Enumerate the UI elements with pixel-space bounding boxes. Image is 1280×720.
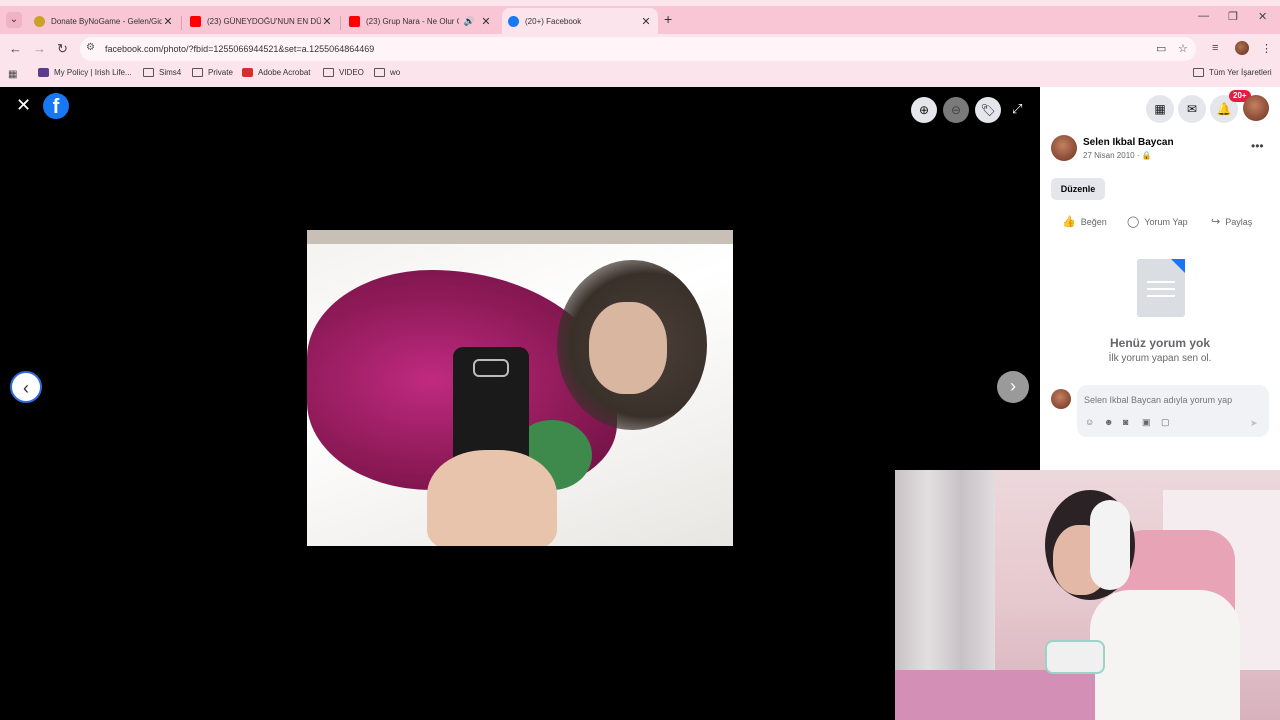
- tab-separator: [340, 16, 341, 30]
- post-author-name[interactable]: Selen Ikbal Baycan: [1083, 137, 1174, 148]
- post-details-panel: ▦ ✉ 🔔 20+ Selen Ikbal Baycan 27 Nisan 20…: [1040, 87, 1280, 470]
- site-info-icon[interactable]: ⚙: [86, 42, 95, 53]
- close-tab-icon[interactable]: ✕: [640, 15, 652, 28]
- address-bar-row: ← → ↻ ⚙ facebook.com/photo/?fbid=1255066…: [0, 34, 1280, 64]
- post-date[interactable]: 27 Nisan 2010 · 🔒: [1083, 151, 1152, 160]
- folder-icon: [323, 68, 334, 77]
- facebook-logo-icon[interactable]: f: [43, 93, 69, 119]
- speaker-icon[interactable]: 🔊: [464, 16, 475, 27]
- share-button[interactable]: ↪ Paylaş: [1211, 215, 1252, 228]
- tag-icon[interactable]: 🏷: [975, 97, 1001, 123]
- bookmark-private[interactable]: Private: [192, 68, 233, 77]
- extensions-icon[interactable]: ≡: [1212, 42, 1218, 54]
- empty-document-icon: [1137, 259, 1185, 317]
- bookmark-adobe-acrobat[interactable]: Adobe Acrobat: [242, 68, 310, 77]
- edit-button[interactable]: Düzenle: [1051, 178, 1105, 200]
- post-author-avatar[interactable]: [1051, 135, 1077, 161]
- bookmark-video[interactable]: VIDEO: [323, 68, 364, 77]
- close-window-icon[interactable]: ✕: [1258, 10, 1267, 23]
- no-comments-title: Henüz yorum yok: [1109, 336, 1211, 350]
- youtube-icon: [190, 15, 201, 27]
- bookmark-my-policy[interactable]: My Policy | Irish Life...: [38, 68, 132, 77]
- fullscreen-icon[interactable]: ⤢: [1012, 101, 1022, 117]
- bookmarks-bar: ▦ My Policy | Irish Life... Sims4 Privat…: [0, 64, 1280, 86]
- main-photo[interactable]: [307, 230, 733, 546]
- send-icon[interactable]: ➤: [1250, 418, 1258, 429]
- tab-separator: [181, 16, 182, 30]
- facebook-icon: [508, 15, 519, 27]
- zoom-in-icon[interactable]: ⊕: [911, 97, 937, 123]
- tab-search-icon[interactable]: ⌄: [6, 12, 22, 28]
- more-options-icon[interactable]: •••: [1251, 139, 1264, 153]
- folder-icon: [1193, 68, 1204, 77]
- photo-viewer: ✕ f ⊕ ⊖ 🏷 ⤢ ‹ ›: [0, 87, 1040, 720]
- adobe-acrobat-icon: [242, 68, 253, 77]
- menu-grid-icon[interactable]: ▦: [1146, 95, 1174, 123]
- folder-icon: [143, 68, 154, 77]
- omnibox[interactable]: ⚙ facebook.com/photo/?fbid=1255066944521…: [80, 37, 1196, 61]
- back-icon[interactable]: ←: [9, 41, 22, 56]
- comment-button[interactable]: ◯ Yorum Yap: [1127, 215, 1188, 228]
- lock-icon: 🔒: [1141, 151, 1152, 160]
- comment-input[interactable]: [1084, 395, 1262, 405]
- thumbs-up-icon: 👍: [1062, 216, 1076, 228]
- tab-grup-nara[interactable]: (23) Grup Nara - Ne Olur G 🔊 ✕: [343, 8, 498, 34]
- close-tab-icon[interactable]: ✕: [480, 15, 492, 28]
- next-photo-button[interactable]: ›: [997, 371, 1029, 403]
- close-tab-icon[interactable]: ✕: [321, 15, 333, 28]
- tab-donate-bynogame[interactable]: Donate ByNoGame - Gelen/Gid ✕: [28, 8, 180, 34]
- apps-grid-icon[interactable]: ▦: [8, 69, 17, 80]
- folder-icon: [192, 68, 203, 77]
- sticker-icon[interactable]: ▢: [1161, 417, 1170, 428]
- irish-life-icon: [38, 68, 49, 77]
- tab-guneydogu[interactable]: (23) GÜNEYDOĞU'NUN EN DÜ ✕: [184, 8, 339, 34]
- microphone: [1045, 640, 1105, 674]
- menu-icon[interactable]: ⋮: [1261, 42, 1272, 55]
- share-arrow-icon: ↪: [1211, 216, 1221, 228]
- all-bookmarks[interactable]: Tüm Yer İşaretleri: [1193, 68, 1272, 77]
- bynogame-icon: [34, 15, 45, 27]
- restore-icon[interactable]: ❐: [1228, 10, 1238, 23]
- messenger-icon[interactable]: ✉: [1178, 95, 1206, 123]
- install-app-icon[interactable]: ▭: [1156, 42, 1166, 55]
- comment-box[interactable]: ☺ ☻ ◙ ▣ ▢: [1077, 385, 1269, 437]
- commenter-avatar: [1051, 389, 1071, 409]
- zoom-out-icon[interactable]: ⊖: [943, 97, 969, 123]
- forward-icon[interactable]: →: [33, 41, 46, 56]
- url-text[interactable]: facebook.com/photo/?fbid=1255066944521&s…: [105, 44, 374, 54]
- bookmark-sims4[interactable]: Sims4: [143, 68, 181, 77]
- like-button[interactable]: 👍 Beğen: [1062, 215, 1107, 228]
- tab-strip: ⌄ Donate ByNoGame - Gelen/Gid ✕ (23) GÜN…: [0, 6, 1280, 34]
- tab-facebook[interactable]: (20+) Facebook ✕: [502, 8, 658, 34]
- account-avatar[interactable]: [1243, 95, 1269, 121]
- emoji-icon[interactable]: ☻: [1104, 417, 1113, 427]
- bookmark-wo[interactable]: wo: [374, 68, 400, 77]
- minimize-icon[interactable]: —: [1198, 10, 1209, 22]
- browser-chrome: ⌄ Donate ByNoGame - Gelen/Gid ✕ (23) GÜN…: [0, 0, 1280, 87]
- reload-icon[interactable]: ↻: [57, 41, 68, 57]
- close-viewer-icon[interactable]: ✕: [16, 95, 31, 116]
- headset: [1090, 500, 1130, 590]
- bookmark-star-icon[interactable]: ☆: [1178, 42, 1188, 55]
- youtube-icon: [349, 15, 360, 27]
- gif-icon[interactable]: ▣: [1142, 417, 1151, 428]
- comment-bubble-icon: ◯: [1127, 216, 1140, 228]
- folder-icon: [374, 68, 385, 77]
- previous-photo-button[interactable]: ‹: [10, 371, 42, 403]
- close-tab-icon[interactable]: ✕: [162, 15, 174, 28]
- camera-icon[interactable]: ◙: [1123, 417, 1128, 427]
- profile-avatar[interactable]: [1235, 41, 1249, 55]
- new-tab-icon[interactable]: +: [664, 11, 672, 27]
- avatar-sticker-icon[interactable]: ☺: [1085, 417, 1094, 427]
- be-first-text: İlk yorum yapan sen ol.: [1108, 353, 1212, 364]
- webcam-overlay: [895, 470, 1280, 720]
